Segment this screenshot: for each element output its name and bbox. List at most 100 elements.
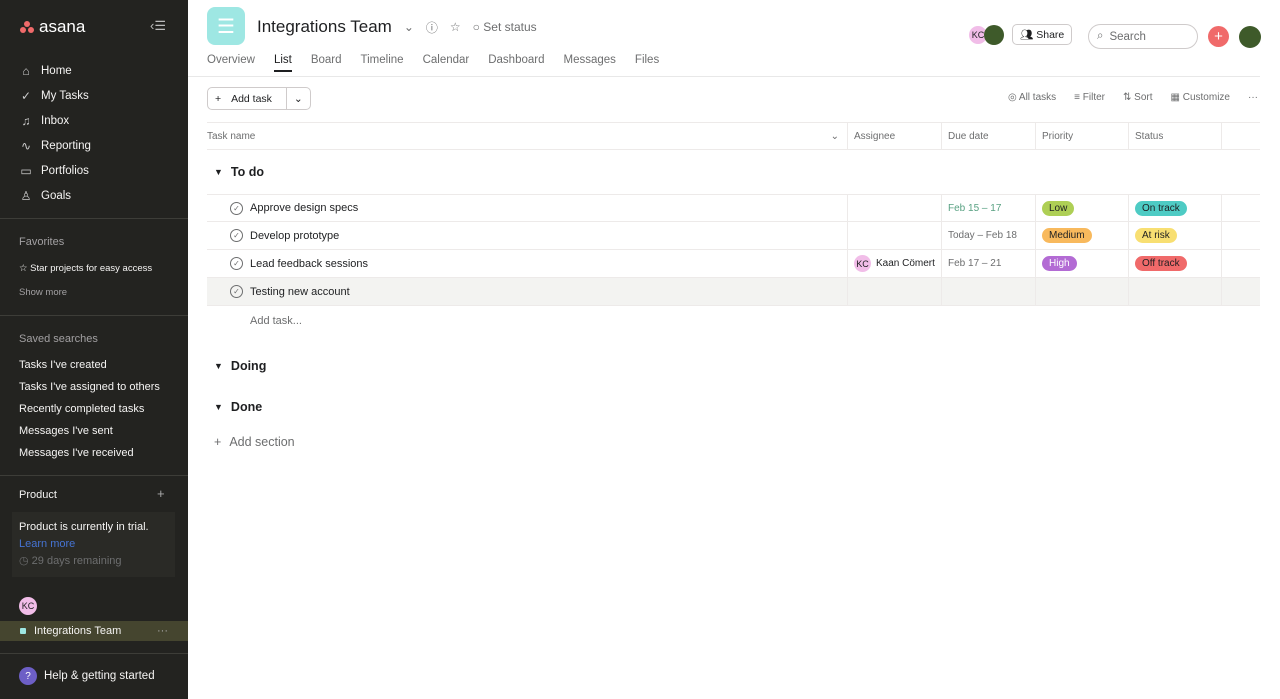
task-row[interactable]: ✓ Lead feedback sessions KC Kaan Cömert Fe… (207, 250, 1260, 278)
chevron-down-icon[interactable]: ⌄ (831, 131, 839, 142)
info-icon[interactable]: ⓘ (426, 19, 438, 36)
section-to-do[interactable]: ▼ To do (207, 150, 1260, 194)
task-name-cell[interactable]: ✓ Develop prototype (207, 222, 848, 249)
project-list-icon[interactable]: ☰ (207, 7, 245, 45)
section-done[interactable]: ▼ Done (207, 388, 1260, 426)
nav-goals[interactable]: ♙ Goals (19, 183, 91, 208)
task-row[interactable]: ✓ Develop prototype Today – Feb 18 Medium… (207, 222, 1260, 250)
set-status-button[interactable]: ○ Set status (473, 20, 537, 34)
chevron-down-icon[interactable]: ⌄ (285, 88, 310, 109)
complete-check-icon[interactable]: ✓ (230, 201, 243, 215)
add-team-icon[interactable]: + (157, 486, 165, 501)
saved-searches-heading[interactable]: Saved searches (19, 333, 98, 345)
assignee-cell[interactable] (848, 195, 942, 221)
nav-home[interactable]: ⌂ Home (19, 58, 91, 83)
assignee-cell[interactable] (848, 278, 942, 305)
create-button[interactable]: + (1208, 26, 1229, 47)
column-status[interactable]: Status (1129, 123, 1222, 149)
add-section-button[interactable]: + Add section (207, 426, 1260, 458)
nav-reporting[interactable]: ∿ Reporting (19, 133, 91, 158)
nav-inbox[interactable]: ♫ Inbox (19, 108, 91, 133)
due-date-cell[interactable]: Feb 17 – 21 (942, 250, 1036, 277)
status-cell[interactable]: On track (1129, 195, 1222, 221)
share-button[interactable]: 👥︎ Share (1012, 24, 1073, 45)
favorites-heading[interactable]: Favorites (19, 236, 64, 248)
add-task-button[interactable]: + Add task ⌄ (207, 87, 311, 110)
members[interactable]: KC 👥︎ Share (968, 24, 1073, 45)
saved-search-item[interactable]: Messages I've received (19, 447, 134, 459)
sidebar: asana ‹☰ ⌂ Home ✓ My Tasks ♫ Inbox ∿ Reporti… (0, 0, 188, 699)
chevron-down-icon[interactable]: ⌄ (404, 20, 414, 34)
status-cell[interactable] (1129, 278, 1222, 305)
sidebar-project-integrations-team[interactable]: Integrations Team ··· (0, 621, 188, 641)
learn-more-link[interactable]: Learn more (19, 536, 168, 553)
tab-dashboard[interactable]: Dashboard (488, 54, 544, 72)
priority-cell[interactable]: Medium (1036, 222, 1129, 249)
favorites-hint: ☆ Star projects for easy access (19, 263, 153, 274)
complete-check-icon[interactable]: ✓ (230, 229, 243, 242)
saved-search-item[interactable]: Messages I've sent (19, 425, 113, 437)
tab-files[interactable]: Files (635, 54, 659, 72)
task-name-cell[interactable]: ✓ Approve design specs (207, 195, 848, 221)
priority-cell[interactable] (1036, 278, 1129, 305)
due-date-cell[interactable]: Feb 15 – 17 (942, 195, 1036, 221)
task-row[interactable]: ✓ Approve design specs Feb 15 – 17 Low On… (207, 194, 1260, 222)
asana-logo[interactable]: asana (20, 17, 85, 37)
column-assignee[interactable]: Assignee (848, 123, 942, 149)
help-button[interactable]: ? Help & getting started (19, 667, 155, 685)
task-name[interactable]: Approve design specs (250, 202, 358, 214)
priority-cell[interactable]: Low (1036, 195, 1129, 221)
column-due-date[interactable]: Due date (942, 123, 1036, 149)
assignee-cell[interactable]: KC Kaan Cömert (848, 250, 942, 277)
filter-button[interactable]: ≡ Filter (1074, 92, 1105, 103)
check-circle-icon: ✓ (20, 88, 32, 103)
show-more-link[interactable]: Show more (19, 287, 67, 298)
user-avatar[interactable] (1239, 26, 1261, 48)
task-row[interactable]: ✓ Testing new account (207, 278, 1260, 306)
complete-check-icon[interactable]: ✓ (230, 257, 243, 270)
assignee-cell[interactable] (848, 222, 942, 249)
caret-down-icon[interactable]: ▼ (214, 361, 223, 371)
status-cell[interactable]: Off track (1129, 250, 1222, 277)
collapse-sidebar-icon[interactable]: ‹☰ (150, 18, 166, 34)
section-doing[interactable]: ▼ Doing (207, 344, 1260, 388)
tab-board[interactable]: Board (311, 54, 342, 72)
tab-timeline[interactable]: Timeline (361, 54, 404, 72)
team-member-avatar[interactable]: KC (19, 597, 37, 615)
caret-down-icon[interactable]: ▼ (214, 402, 223, 412)
saved-search-item[interactable]: Tasks I've created (19, 359, 107, 371)
nav-portfolios[interactable]: ▭ Portfolios (19, 158, 91, 183)
status-cell[interactable]: At risk (1129, 222, 1222, 249)
priority-cell[interactable]: High (1036, 250, 1129, 277)
team-heading[interactable]: Product (19, 489, 57, 501)
caret-down-icon[interactable]: ▼ (214, 167, 223, 177)
all-tasks-button[interactable]: ◎ All tasks (1008, 92, 1056, 103)
column-task-name[interactable]: Task name ⌄ (207, 123, 848, 149)
task-name[interactable]: Testing new account (250, 286, 350, 298)
nav-my-tasks[interactable]: ✓ My Tasks (19, 83, 91, 108)
tab-overview[interactable]: Overview (207, 54, 255, 72)
saved-search-item[interactable]: Tasks I've assigned to others (19, 381, 160, 393)
task-name-cell[interactable]: ✓ Testing new account (207, 278, 848, 305)
star-icon[interactable]: ☆ (450, 20, 461, 34)
timer-icon: ◷ (19, 555, 32, 567)
due-date-cell[interactable] (942, 278, 1036, 305)
task-name[interactable]: Lead feedback sessions (250, 258, 368, 270)
more-options-icon[interactable]: ··· (1248, 92, 1258, 103)
sort-button[interactable]: ⇅ Sort (1123, 92, 1153, 103)
search-input[interactable]: ⌕ Search (1088, 24, 1198, 49)
tab-list[interactable]: List (273, 54, 292, 72)
customize-button[interactable]: ▦ Customize (1171, 92, 1230, 103)
due-date-cell[interactable]: Today – Feb 18 (942, 222, 1036, 249)
project-label: Integrations Team (34, 625, 122, 637)
more-icon[interactable]: ··· (157, 625, 168, 637)
tab-calendar[interactable]: Calendar (423, 54, 470, 72)
add-task-inline[interactable]: Add task... (207, 306, 1260, 336)
task-name-cell[interactable]: ✓ Lead feedback sessions (207, 250, 848, 277)
tab-messages[interactable]: Messages (564, 54, 616, 72)
task-name[interactable]: Develop prototype (250, 230, 339, 242)
complete-check-icon[interactable]: ✓ (230, 285, 243, 298)
column-priority[interactable]: Priority (1036, 123, 1129, 149)
saved-search-item[interactable]: Recently completed tasks (19, 403, 144, 415)
add-column[interactable] (1222, 123, 1260, 149)
